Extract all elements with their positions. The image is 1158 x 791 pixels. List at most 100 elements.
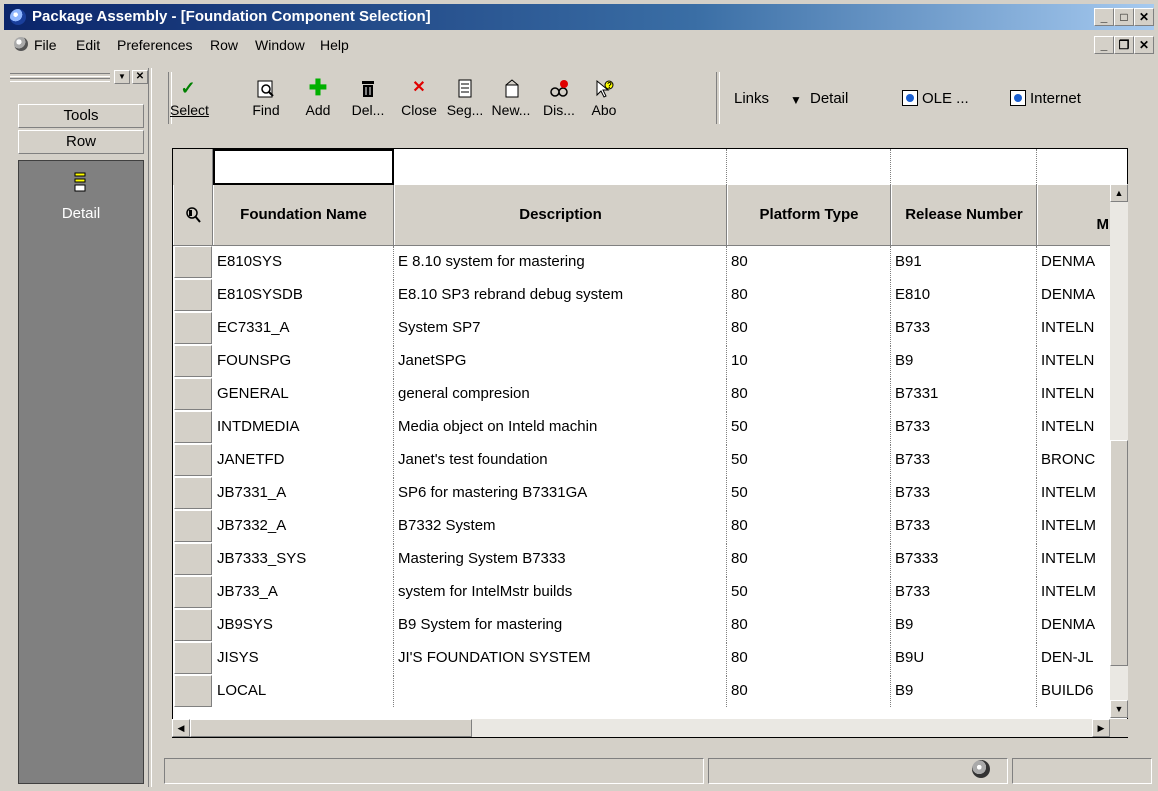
cell-foundation-name[interactable]: E810SYS <box>213 246 394 278</box>
scroll-up-arrow-icon[interactable]: ▲ <box>1110 184 1128 202</box>
child-restore-button[interactable]: ❐ <box>1114 36 1134 54</box>
detail-list-icon[interactable] <box>73 171 89 193</box>
cell-platform-type[interactable]: 80 <box>727 279 891 311</box>
row-selector[interactable] <box>174 444 212 476</box>
cell-description[interactable]: general compresion <box>394 378 727 410</box>
cell-foundation-name[interactable]: JB7333_SYS <box>213 543 394 575</box>
cell-foundation-name[interactable]: EC7331_A <box>213 312 394 344</box>
close-window-button[interactable]: ✕ <box>1134 8 1154 26</box>
row-selector[interactable] <box>174 279 212 311</box>
child-minimize-button[interactable]: _ <box>1094 36 1114 54</box>
column-header-selector[interactable] <box>173 185 213 245</box>
row-selector[interactable] <box>174 675 212 707</box>
row-selector[interactable] <box>174 477 212 509</box>
scroll-left-arrow-icon[interactable]: ◀ <box>172 719 190 737</box>
cell-platform-type[interactable]: 50 <box>727 576 891 608</box>
row-selector[interactable] <box>174 246 212 278</box>
row-selector[interactable] <box>174 312 212 344</box>
table-row[interactable]: INTDMEDIA Media object on Inteld machin 50… <box>173 411 1127 443</box>
cell-foundation-name[interactable]: INTDMEDIA <box>213 411 394 443</box>
vertical-scrollbar[interactable]: ▲ ▼ <box>1110 184 1128 718</box>
segment-button[interactable]: Seg... <box>444 76 486 126</box>
table-row[interactable]: LOCAL 80 B9 BUILD6 <box>173 675 1127 707</box>
add-button[interactable]: ✚ Add <box>300 76 336 126</box>
panel-grip[interactable]: ▼ ✕ <box>4 68 154 90</box>
scroll-down-arrow-icon[interactable]: ▼ <box>1110 700 1128 718</box>
cell-release-number[interactable]: B733 <box>891 411 1037 443</box>
cell-foundation-name[interactable]: GENERAL <box>213 378 394 410</box>
detail-label[interactable]: Detail <box>19 205 143 222</box>
cell-description[interactable]: system for IntelMstr builds <box>394 576 727 608</box>
cell-description[interactable]: E8.10 SP3 rebrand debug system <box>394 279 727 311</box>
cell-description[interactable]: Janet's test foundation <box>394 444 727 476</box>
cell-release-number[interactable]: B733 <box>891 444 1037 476</box>
cell-description[interactable]: JanetSPG <box>394 345 727 377</box>
cell-platform-type[interactable]: 80 <box>727 378 891 410</box>
menu-file[interactable]: File <box>34 37 57 53</box>
cell-foundation-name[interactable]: JANETFD <box>213 444 394 476</box>
vertical-scroll-thumb[interactable] <box>1110 440 1128 666</box>
row-selector[interactable] <box>174 345 212 377</box>
cell-release-number[interactable]: E810 <box>891 279 1037 311</box>
table-row[interactable]: JISYS JI'S FOUNDATION SYSTEM 80 B9U DEN-JL <box>173 642 1127 674</box>
maximize-button[interactable]: □ <box>1114 8 1134 26</box>
cell-platform-type[interactable]: 50 <box>727 411 891 443</box>
query-machine-input[interactable] <box>1037 149 1127 185</box>
new-button[interactable]: New... <box>490 76 532 126</box>
ole-link[interactable]: OLE ... <box>922 90 969 107</box>
internet-link[interactable]: Internet <box>1030 90 1081 107</box>
row-selector[interactable] <box>174 642 212 674</box>
row-selector[interactable] <box>174 576 212 608</box>
cell-platform-type[interactable]: 80 <box>727 642 891 674</box>
table-row[interactable]: E810SYS E 8.10 system for mastering 80 B91 D… <box>173 246 1127 278</box>
find-button[interactable]: Find <box>248 76 284 126</box>
menu-row[interactable]: Row <box>210 37 238 53</box>
query-description-input[interactable] <box>394 149 727 185</box>
column-header-foundation-name[interactable]: Foundation Name <box>213 185 394 245</box>
cell-platform-type[interactable]: 10 <box>727 345 891 377</box>
select-button[interactable]: ✓ Select <box>170 76 209 126</box>
table-row[interactable]: JB7332_A B7332 System 80 B733 INTELM <box>173 510 1127 542</box>
scroll-right-arrow-icon[interactable]: ▶ <box>1092 719 1110 737</box>
app-globe-icon[interactable] <box>10 9 26 25</box>
cell-release-number[interactable]: B733 <box>891 312 1037 344</box>
cell-description[interactable]: System SP7 <box>394 312 727 344</box>
cell-foundation-name[interactable]: E810SYSDB <box>213 279 394 311</box>
menu-window[interactable]: Window <box>255 37 305 53</box>
display-button[interactable]: Dis... <box>538 76 580 126</box>
cell-platform-type[interactable]: 50 <box>727 477 891 509</box>
ole-icon[interactable] <box>902 90 918 106</box>
table-row[interactable]: JB7333_SYS Mastering System B7333 80 B7333 I… <box>173 543 1127 575</box>
delete-button[interactable]: Del... <box>350 76 386 126</box>
cell-release-number[interactable]: B7331 <box>891 378 1037 410</box>
row-selector[interactable] <box>174 411 212 443</box>
table-row[interactable]: JB7331_A SP6 for mastering B7331GA 50 B733 I… <box>173 477 1127 509</box>
cell-foundation-name[interactable]: JISYS <box>213 642 394 674</box>
minimize-button[interactable]: _ <box>1094 8 1114 26</box>
horizontal-scrollbar[interactable]: ◀ ▶ <box>172 719 1110 737</box>
row-button[interactable]: Row <box>18 130 144 154</box>
cell-description[interactable]: E 8.10 system for mastering <box>394 246 727 278</box>
internet-icon[interactable] <box>1010 90 1026 106</box>
cell-foundation-name[interactable]: JB9SYS <box>213 609 394 641</box>
cell-release-number[interactable]: B9U <box>891 642 1037 674</box>
horizontal-scroll-thumb[interactable] <box>190 719 472 737</box>
menu-edit[interactable]: Edit <box>76 37 100 53</box>
cell-release-number[interactable]: B91 <box>891 246 1037 278</box>
table-row[interactable]: EC7331_A System SP7 80 B733 INTELN <box>173 312 1127 344</box>
cell-platform-type[interactable]: 80 <box>727 510 891 542</box>
table-row[interactable]: GENERAL general compresion 80 B7331 INTELN <box>173 378 1127 410</box>
triangle-down-icon[interactable]: ▼ <box>790 93 802 107</box>
cell-foundation-name[interactable]: FOUNSPG <box>213 345 394 377</box>
close-button[interactable]: ✕ Close <box>398 76 440 126</box>
cell-foundation-name[interactable]: JB7332_A <box>213 510 394 542</box>
cell-platform-type[interactable]: 80 <box>727 246 891 278</box>
cell-platform-type[interactable]: 80 <box>727 312 891 344</box>
cell-foundation-name[interactable]: JB733_A <box>213 576 394 608</box>
cell-description[interactable]: SP6 for mastering B7331GA <box>394 477 727 509</box>
cell-release-number[interactable]: B733 <box>891 576 1037 608</box>
cell-platform-type[interactable]: 50 <box>727 444 891 476</box>
cell-foundation-name[interactable]: LOCAL <box>213 675 394 707</box>
cell-description[interactable]: Mastering System B7333 <box>394 543 727 575</box>
detail-link[interactable]: Detail <box>810 90 848 107</box>
